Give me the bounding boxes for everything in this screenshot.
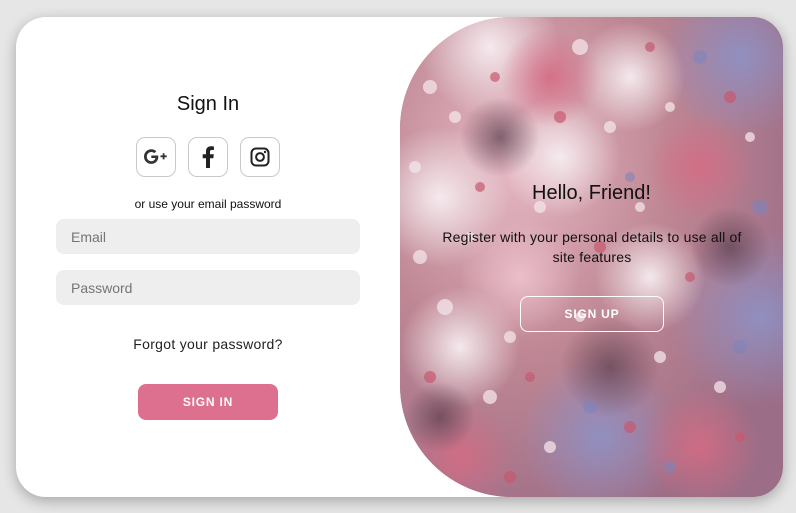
email-field[interactable] <box>56 219 360 254</box>
welcome-overlay-panel: Hello, Friend! Register with your person… <box>400 17 783 497</box>
instagram-icon <box>250 147 270 167</box>
password-field[interactable] <box>56 270 360 305</box>
sign-in-title: Sign In <box>176 93 240 115</box>
instagram-button[interactable] <box>240 137 280 177</box>
forgot-password-link[interactable]: Forgot your password? <box>16 336 400 352</box>
sign-in-button[interactable]: SIGN IN <box>138 384 278 420</box>
welcome-content: Hello, Friend! Register with your person… <box>400 17 783 497</box>
welcome-title: Hello, Friend! <box>532 182 651 204</box>
google-plus-icon <box>144 149 167 164</box>
welcome-message: Register with your personal details to u… <box>442 229 742 265</box>
sign-in-panel: Sign In or use your email password Email… <box>16 17 400 497</box>
facebook-icon <box>202 146 214 168</box>
email-hint-text: or use your email password <box>134 197 282 211</box>
sign-up-button[interactable]: SIGN UP <box>520 296 664 332</box>
facebook-button[interactable] <box>188 137 228 177</box>
auth-card: Sign In or use your email password Email… <box>16 17 783 497</box>
google-plus-button[interactable] <box>136 137 176 177</box>
social-login-group <box>136 137 280 177</box>
